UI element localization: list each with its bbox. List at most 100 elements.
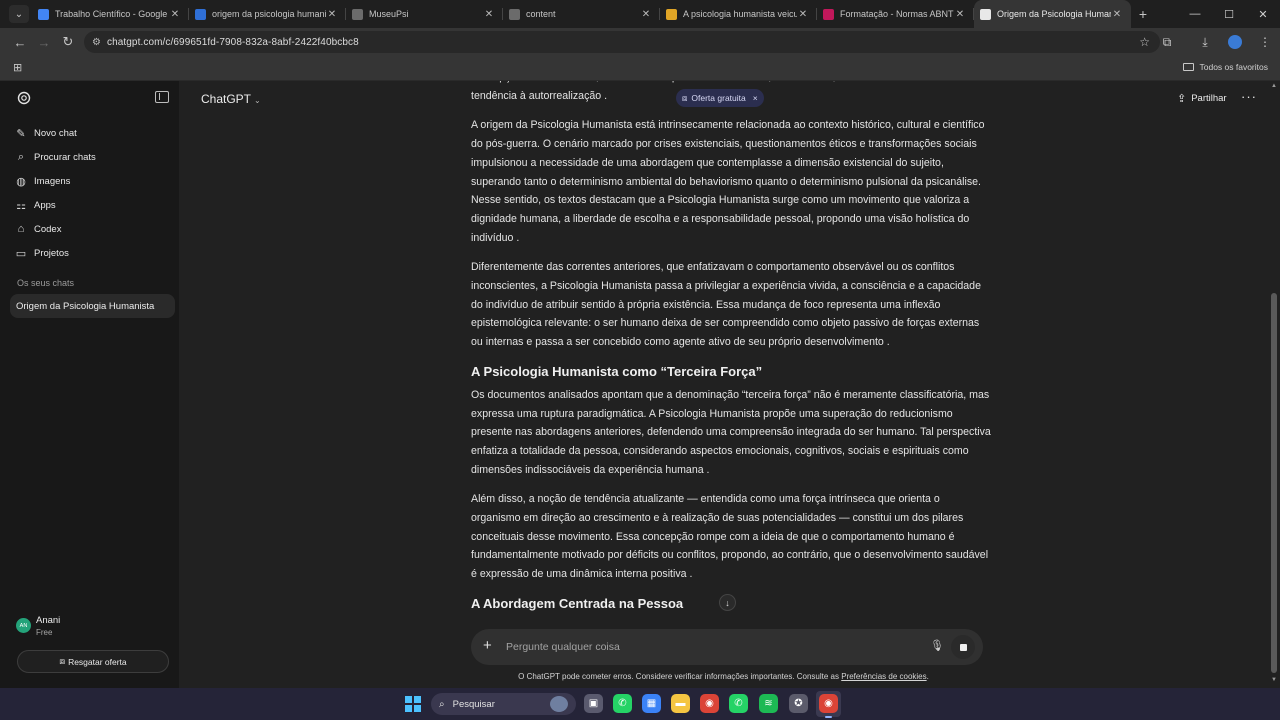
extensions-icon[interactable]: ⧉ xyxy=(1152,35,1182,50)
page-scrollbar[interactable]: ▲ ▼ xyxy=(1268,81,1280,688)
microphone-icon[interactable]: 🎙︎ xyxy=(930,639,944,652)
new-chat-icon: ✎ xyxy=(16,127,26,140)
chat-main: concepção de ser humano, centrada na exp… xyxy=(179,81,1268,688)
tab-title: Formatação - Normas ABNT xyxy=(840,9,954,19)
browser-tab[interactable]: A psicologia humanista veicula ✕ xyxy=(660,0,817,28)
redeem-offer-button[interactable]: ⧈ Resgatar oferta xyxy=(17,650,169,673)
site-settings-icon[interactable]: ⚙ xyxy=(92,37,101,48)
tab-list: Trabalho Científico - Google Do ✕ origem d… xyxy=(32,0,1155,28)
images-icon: ◍ xyxy=(16,175,26,188)
tab-title: Origem da Psicologia Humanis xyxy=(997,9,1111,19)
sidebar-item-procurar-chats[interactable]: ⌕ Procurar chats xyxy=(14,146,174,168)
sidebar-chat-item[interactable]: Origem da Psicologia Humanista xyxy=(10,294,175,318)
windows-start-icon[interactable] xyxy=(405,696,421,712)
scroll-down-icon[interactable]: ↓ xyxy=(719,594,736,611)
close-tab-icon[interactable]: ✕ xyxy=(954,9,966,20)
download-icon[interactable]: ⤓ xyxy=(1190,35,1220,50)
assistant-message: concepção de ser humano, centrada na exp… xyxy=(471,81,991,618)
chatgpt-sidebar: ✎ Novo chat ⌕ Procurar chats ◍ Imagens ⚏ Apps ⌂ C… xyxy=(0,81,179,688)
scroll-down-arrow-icon[interactable]: ▼ xyxy=(1271,677,1277,683)
browser-tab[interactable]: MuseuPsi ✕ xyxy=(346,0,503,28)
close-icon[interactable]: × xyxy=(753,93,758,103)
scroll-up-arrow-icon[interactable]: ▲ xyxy=(1271,83,1277,89)
address-bar[interactable]: ⚙ chatgpt.com/c/699651fd-7908-832a-8abf-… xyxy=(84,31,1160,53)
openai-logo-svg xyxy=(17,91,31,105)
store-icon[interactable]: ▦ xyxy=(642,694,661,713)
back-icon[interactable]: ← xyxy=(8,30,32,54)
whatsapp-icon[interactable]: ✆ xyxy=(613,694,632,713)
share-button[interactable]: ⇪ Partilhar xyxy=(1177,92,1227,105)
close-window-icon[interactable]: ✕ xyxy=(1246,0,1280,28)
browser-tab-strip: ⌄ Trabalho Científico - Google Do ✕ origem… xyxy=(0,0,1280,28)
composer: + 🎙︎ xyxy=(471,629,983,665)
user-name: Anani xyxy=(36,615,61,626)
toolbar-right: ⧉ ⤓ ⋮ xyxy=(1152,28,1280,56)
sidebar-toggle-icon[interactable] xyxy=(155,91,169,103)
maximize-icon[interactable]: ☐ xyxy=(1212,0,1246,28)
file-explorer-icon[interactable]: ▬ xyxy=(671,694,690,713)
forward-icon[interactable]: → xyxy=(32,30,56,54)
windows-taskbar: ⌕ Pesquisar ▣ ✆ ▦ ▬ ◉ ✆ ≋ ✪ ◉ xyxy=(0,688,1280,720)
section-heading: A Psicologia Humanista como “Terceira Fo… xyxy=(471,363,763,379)
browser-tab[interactable]: Trabalho Científico - Google Do ✕ xyxy=(32,0,189,28)
tab-search-button[interactable]: ⌄ xyxy=(9,5,29,23)
sidebar-item-label: Codex xyxy=(34,223,62,235)
sidebar-item-label: Apps xyxy=(34,199,56,211)
plus-icon[interactable]: + xyxy=(483,638,492,654)
close-tab-icon[interactable]: ✕ xyxy=(169,9,181,20)
chatgpt-logo-icon[interactable] xyxy=(16,90,32,106)
chrome-active-icon[interactable]: ◉ xyxy=(819,694,838,718)
browser-tab[interactable]: origem da psicologia humanista ✕ xyxy=(189,0,346,28)
profile-avatar[interactable] xyxy=(1228,35,1242,49)
promo-pill[interactable]: ⧈ Oferta gratuita × xyxy=(676,89,764,107)
chrome-icon[interactable]: ◉ xyxy=(700,694,719,713)
paragraph: Diferentemente das correntes anteriores,… xyxy=(471,261,981,349)
model-selector[interactable]: ChatGPT ⌄ xyxy=(201,92,261,106)
bookmark-star-icon[interactable]: ☆ xyxy=(1139,35,1150,49)
sidebar-item-projetos[interactable]: ▭ Projetos xyxy=(14,242,174,264)
browser-tab[interactable]: Origem da Psicologia Humanis ✕ xyxy=(974,0,1131,28)
close-tab-icon[interactable]: ✕ xyxy=(640,9,652,20)
paragraph: Além disso, a noção de tendência atualiz… xyxy=(471,493,989,581)
promo-pill-label: Oferta gratuita xyxy=(691,93,746,103)
sidebar-item-imagens[interactable]: ◍ Imagens xyxy=(14,170,174,192)
folder-icon xyxy=(1183,63,1195,71)
search-highlight-icon xyxy=(550,696,568,712)
abnt-icon xyxy=(823,8,834,20)
more-options-icon[interactable]: ··· xyxy=(1241,89,1257,104)
browser-menu-icon[interactable]: ⋮ xyxy=(1250,35,1280,49)
taskview-icon[interactable]: ▣ xyxy=(584,694,603,713)
close-tab-icon[interactable]: ✕ xyxy=(326,9,338,20)
paragraph: Os documentos analisados apontam que a d… xyxy=(471,388,991,476)
whatsapp-business-icon[interactable]: ✆ xyxy=(729,694,748,713)
cookie-preferences-link[interactable]: Preferências de cookies xyxy=(841,672,926,681)
reload-icon[interactable]: ↻ xyxy=(56,30,80,54)
gift-icon: ⧈ xyxy=(682,92,688,103)
stop-button[interactable] xyxy=(951,635,975,659)
scrollbar-thumb[interactable] xyxy=(1271,293,1277,673)
browser-tab[interactable]: Formatação - Normas ABNT ✕ xyxy=(817,0,974,28)
model-name: ChatGPT xyxy=(201,92,252,106)
sidebar-item-novo-chat[interactable]: ✎ Novo chat xyxy=(14,122,174,144)
sidebar-item-codex[interactable]: ⌂ Codex xyxy=(14,218,174,240)
github-desktop-icon[interactable]: ✪ xyxy=(789,694,808,713)
tab-title: origem da psicologia humanista xyxy=(212,9,326,19)
apps-grid-icon[interactable]: ⊞ xyxy=(13,61,22,74)
taskbar-search[interactable]: ⌕ Pesquisar xyxy=(431,693,576,715)
paragraph: A origem da Psicologia Humanista está in… xyxy=(471,119,985,244)
browser-tab[interactable]: content ✕ xyxy=(503,0,660,28)
docs-icon xyxy=(38,8,49,20)
close-tab-icon[interactable]: ✕ xyxy=(483,9,495,20)
chats-section-label: Os seus chats xyxy=(17,278,75,288)
folder-icon: ▭ xyxy=(15,247,27,260)
close-tab-icon[interactable]: ✕ xyxy=(1111,9,1123,20)
close-tab-icon[interactable]: ✕ xyxy=(797,9,809,20)
new-tab-icon[interactable]: + xyxy=(1131,0,1155,28)
spotify-icon[interactable]: ≋ xyxy=(759,694,778,713)
sidebar-item-apps[interactable]: ⚏ Apps xyxy=(14,194,174,216)
prompt-input[interactable] xyxy=(506,638,906,656)
tab-title: content xyxy=(526,9,556,19)
window-controls: — ☐ ✕ xyxy=(1178,0,1280,28)
all-bookmarks[interactable]: Todos os favoritos xyxy=(1183,62,1268,72)
minimize-icon[interactable]: — xyxy=(1178,0,1212,28)
